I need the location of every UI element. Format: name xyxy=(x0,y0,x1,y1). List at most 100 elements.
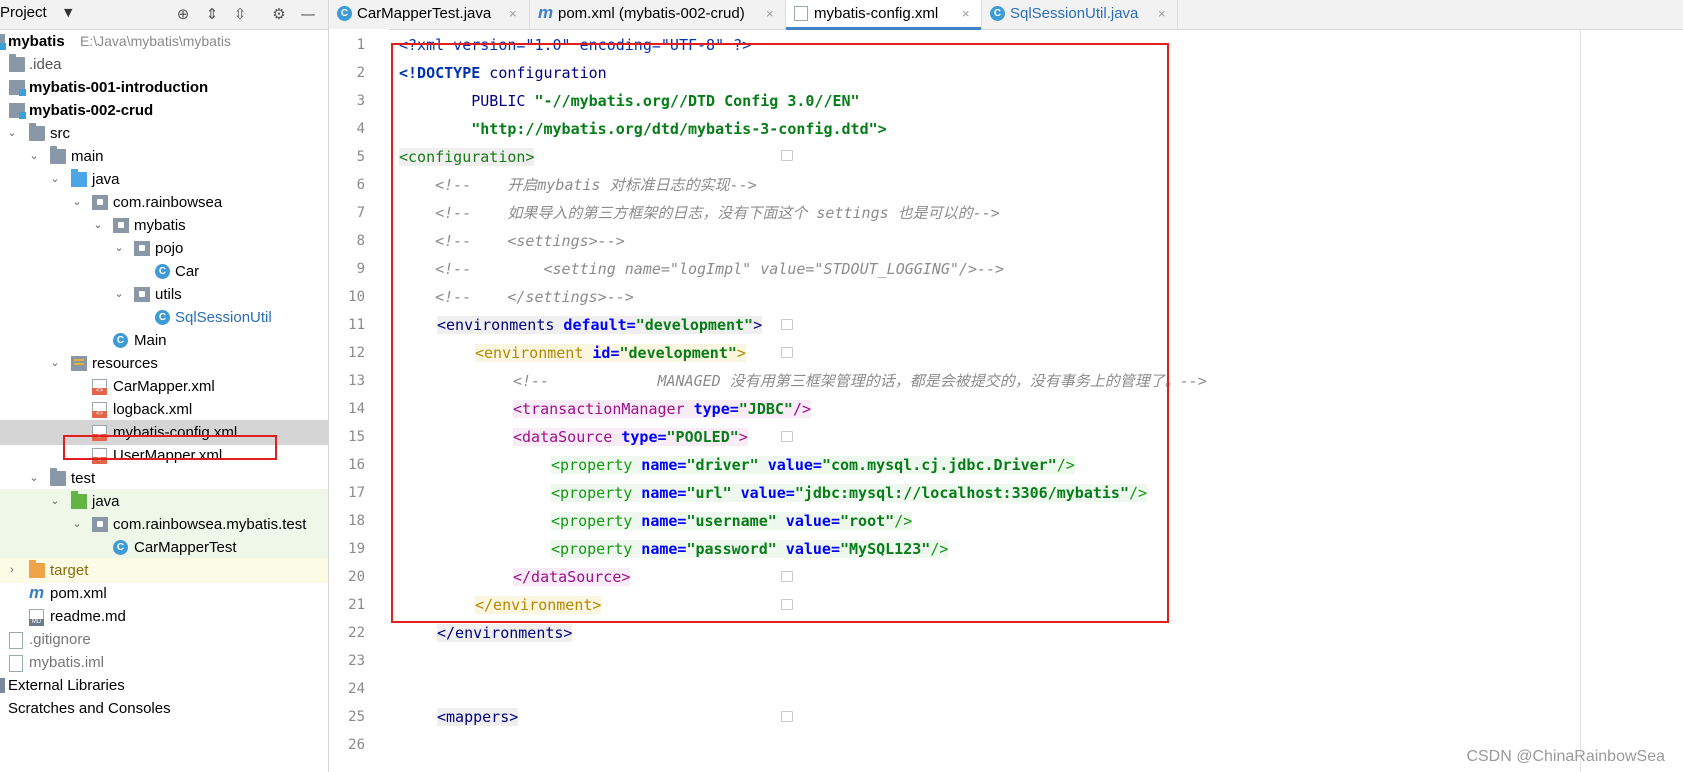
chevron-down-icon[interactable]: ⌄ xyxy=(112,282,126,307)
tab-label: mybatis-config.xml xyxy=(814,5,939,22)
tree-item-src[interactable]: ⌄ src xyxy=(0,121,328,146)
tree-item-label: target xyxy=(50,562,89,579)
package-icon xyxy=(92,517,108,532)
tree-item-external-libraries[interactable]: External Libraries xyxy=(0,673,328,698)
tree-item-mybatis-002[interactable]: mybatis-002-crud xyxy=(0,98,328,123)
line-number: 24 xyxy=(348,681,365,697)
tree-item-label: Car xyxy=(175,263,200,280)
tree-item-label: CarMapper.xml xyxy=(113,378,215,395)
chevron-down-icon[interactable]: ⌄ xyxy=(70,190,84,215)
chevron-down-icon[interactable]: ⌄ xyxy=(48,489,62,514)
tree-item-label: mybatis xyxy=(134,217,186,234)
tab-pom-xml[interactable]: m pom.xml (mybatis-002-crud) × xyxy=(530,0,786,29)
maven-icon: m xyxy=(29,583,45,602)
tree-item-logback-xml[interactable]: logback.xml xyxy=(0,397,328,422)
line-number: 17 xyxy=(348,485,365,501)
excluded-folder-icon xyxy=(29,560,45,578)
tree-item-package-rainbowsea[interactable]: ⌄ com.rainbowsea xyxy=(0,190,328,215)
tree-item-package-mybatis[interactable]: ⌄ mybatis xyxy=(0,213,328,238)
tree-item-label: readme.md xyxy=(50,608,126,625)
line-number: 25 xyxy=(348,709,365,725)
line-number: 1 xyxy=(356,37,365,53)
chevron-down-icon[interactable]: ⌄ xyxy=(27,466,41,491)
tree-item-car[interactable]: C Car xyxy=(0,259,328,284)
tree-item-idea[interactable]: .idea xyxy=(0,52,328,77)
line-number: 11 xyxy=(348,317,365,333)
tree-item-java-test[interactable]: ⌄ java xyxy=(0,489,328,514)
close-icon[interactable]: × xyxy=(962,0,970,28)
tab-carmappertest[interactable]: C CarMapperTest.java × xyxy=(329,0,530,29)
tree-item-pom-xml[interactable]: m pom.xml xyxy=(0,581,328,606)
library-icon xyxy=(0,678,5,693)
tree-item-label: pom.xml xyxy=(50,585,107,602)
chevron-down-icon[interactable]: ⌄ xyxy=(5,121,19,146)
chevron-down-icon[interactable]: ⌄ xyxy=(27,144,41,169)
gear-icon[interactable]: ⚙ xyxy=(268,3,290,25)
tab-sqlsessionutil[interactable]: C SqlSessionUtil.java × xyxy=(982,0,1178,29)
line-number: 3 xyxy=(356,93,365,109)
java-class-icon: C xyxy=(113,540,128,555)
tree-item-main-class[interactable]: C Main xyxy=(0,328,328,353)
resources-folder-icon xyxy=(71,356,87,371)
chevron-down-icon[interactable]: ⌄ xyxy=(48,351,62,376)
package-icon xyxy=(92,195,108,210)
chevron-down-icon[interactable]: ▼ xyxy=(64,6,72,19)
expand-all-icon[interactable]: ⇕ xyxy=(201,3,223,25)
tree-item-mybatis-001[interactable]: mybatis-001-introduction xyxy=(0,75,328,100)
tree-item-gitignore[interactable]: .gitignore xyxy=(0,627,328,652)
tab-mybatis-config[interactable]: mybatis-config.xml × xyxy=(786,0,982,30)
tree-item-sqlsessionutil[interactable]: C SqlSessionUtil xyxy=(0,305,328,330)
tree-item-mybatis[interactable]: mybatis E:\Java\mybatis\mybatis xyxy=(0,29,328,54)
hide-icon[interactable]: — xyxy=(297,3,319,25)
tree-item-scratches[interactable]: Scratches and Consoles xyxy=(0,696,328,721)
tree-item-label: mybatis.iml xyxy=(29,654,105,671)
code-line-25: <mappers> xyxy=(437,706,519,728)
tree-item-package-pojo[interactable]: ⌄ pojo xyxy=(0,236,328,261)
tree-item-carmapper-xml[interactable]: CarMapper.xml xyxy=(0,374,328,399)
tree-item-package-test[interactable]: ⌄ com.rainbowsea.mybatis.test xyxy=(0,512,328,537)
xml-file-icon xyxy=(92,402,107,418)
locate-icon[interactable]: ⊕ xyxy=(172,3,194,25)
line-number: 8 xyxy=(356,233,365,249)
line-number: 6 xyxy=(356,177,365,193)
test-folder-icon xyxy=(71,491,87,509)
mappers-open-tag: <mappers> xyxy=(437,708,519,726)
tree-item-mybatis-iml[interactable]: mybatis.iml xyxy=(0,650,328,675)
folder-icon xyxy=(9,54,25,72)
close-icon[interactable]: × xyxy=(766,0,774,28)
fold-marker-icon[interactable] xyxy=(781,711,793,722)
chevron-right-icon[interactable]: › xyxy=(5,558,19,583)
tree-item-main[interactable]: ⌄ main xyxy=(0,144,328,169)
project-panel-title[interactable]: Project xyxy=(0,4,47,21)
tree-item-package-utils[interactable]: ⌄ utils xyxy=(0,282,328,307)
package-icon xyxy=(113,218,129,233)
folder-icon xyxy=(50,146,66,164)
tree-item-java-main[interactable]: ⌄ java xyxy=(0,167,328,192)
tree-item-label: logback.xml xyxy=(113,401,193,418)
tree-item-readme[interactable]: readme.md xyxy=(0,604,328,629)
line-number: 14 xyxy=(348,401,365,417)
close-icon[interactable]: × xyxy=(509,0,517,28)
chevron-down-icon[interactable]: ⌄ xyxy=(112,236,126,261)
module-icon xyxy=(0,34,6,50)
collapse-all-icon[interactable]: ⇳ xyxy=(229,3,251,25)
tree-item-test[interactable]: ⌄ test xyxy=(0,466,328,491)
xml-icon xyxy=(794,6,808,21)
annotation-highlight-box xyxy=(391,43,1169,623)
close-icon[interactable]: × xyxy=(1158,0,1166,28)
tree-item-carmappertest[interactable]: C CarMapperTest xyxy=(0,535,328,560)
line-number: 12 xyxy=(348,345,365,361)
chevron-down-icon[interactable]: ⌄ xyxy=(70,512,84,537)
chevron-down-icon[interactable]: ⌄ xyxy=(48,167,62,192)
tree-item-resources[interactable]: ⌄ resources xyxy=(0,351,328,376)
folder-icon xyxy=(50,468,66,486)
file-icon xyxy=(9,632,23,649)
package-icon xyxy=(134,287,150,302)
tree-item-target[interactable]: › target xyxy=(0,558,328,583)
tree-item-label: Main xyxy=(134,332,167,349)
chevron-down-icon[interactable]: ⌄ xyxy=(91,213,105,238)
annotation-highlight-box xyxy=(63,435,277,460)
tree-item-label: test xyxy=(71,470,96,487)
tree-item-label: Scratches and Consoles xyxy=(8,700,171,717)
line-number: 18 xyxy=(348,513,365,529)
